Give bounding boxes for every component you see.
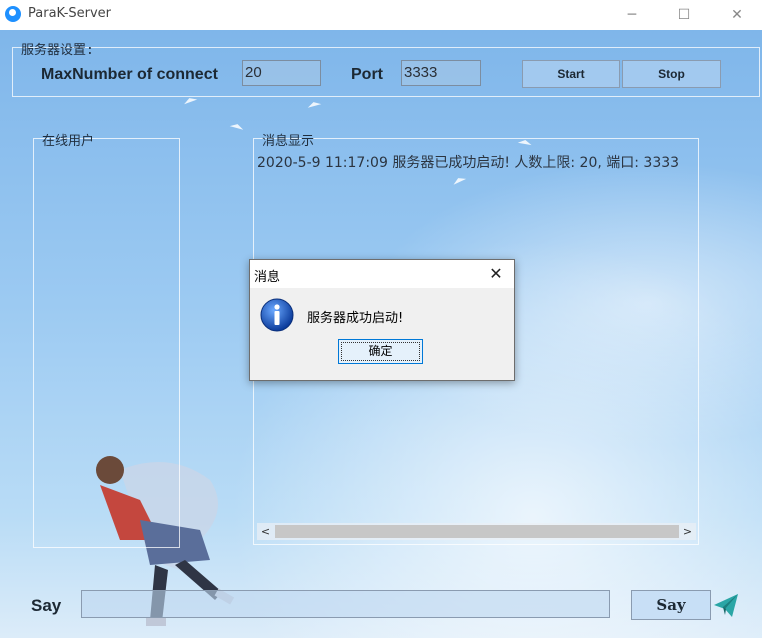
window-title: ParaK-Server	[28, 6, 112, 21]
scrollbar-thumb[interactable]	[275, 525, 679, 538]
start-button[interactable]: Start	[522, 60, 620, 88]
message-dialog: 消息 ✕ 服务器成功启动! 确定	[249, 259, 515, 381]
bird-decoration	[229, 122, 245, 130]
port-input[interactable]: 3333	[401, 60, 481, 86]
maximize-button[interactable]: ☐	[661, 0, 707, 30]
max-connections-input[interactable]: 20	[242, 60, 321, 86]
scroll-right-icon[interactable]: >	[679, 523, 696, 540]
scroll-left-icon[interactable]: <	[257, 523, 274, 540]
dialog-title-bar: 消息 ✕	[250, 260, 514, 288]
say-button[interactable]: Say	[631, 590, 711, 620]
max-connections-label: MaxNumber of connect	[41, 66, 218, 83]
say-label: Say	[31, 596, 62, 615]
main-window: ParaK-Server ─ ☐ ✕ 服务器设置: MaxNumber of c…	[0, 0, 762, 638]
stop-button[interactable]: Stop	[622, 60, 721, 88]
close-button[interactable]: ✕	[714, 0, 760, 30]
paper-plane-icon[interactable]	[711, 590, 741, 620]
messages-title: 消息显示	[262, 134, 315, 149]
dialog-title: 消息	[254, 270, 281, 285]
say-input[interactable]	[81, 590, 610, 618]
dialog-close-button[interactable]: ✕	[478, 260, 514, 288]
online-users-group: 在线用户	[33, 134, 180, 548]
title-bar: ParaK-Server ─ ☐ ✕	[0, 0, 762, 30]
minimize-button[interactable]: ─	[609, 0, 655, 30]
bird-decoration	[182, 95, 198, 105]
info-icon	[260, 298, 294, 332]
online-users-title: 在线用户	[42, 134, 95, 149]
server-settings-title: 服务器设置:	[21, 43, 94, 58]
port-label: Port	[351, 66, 383, 83]
bird-decoration	[306, 100, 322, 108]
message-line: 2020-5-9 11:17:09 服务器已成功启动! 人数上限: 20, 端口…	[257, 155, 680, 171]
horizontal-scrollbar[interactable]: < >	[257, 523, 696, 540]
app-logo-icon	[5, 6, 21, 22]
ok-button[interactable]: 确定	[338, 339, 423, 364]
dialog-message: 服务器成功启动!	[307, 311, 404, 326]
